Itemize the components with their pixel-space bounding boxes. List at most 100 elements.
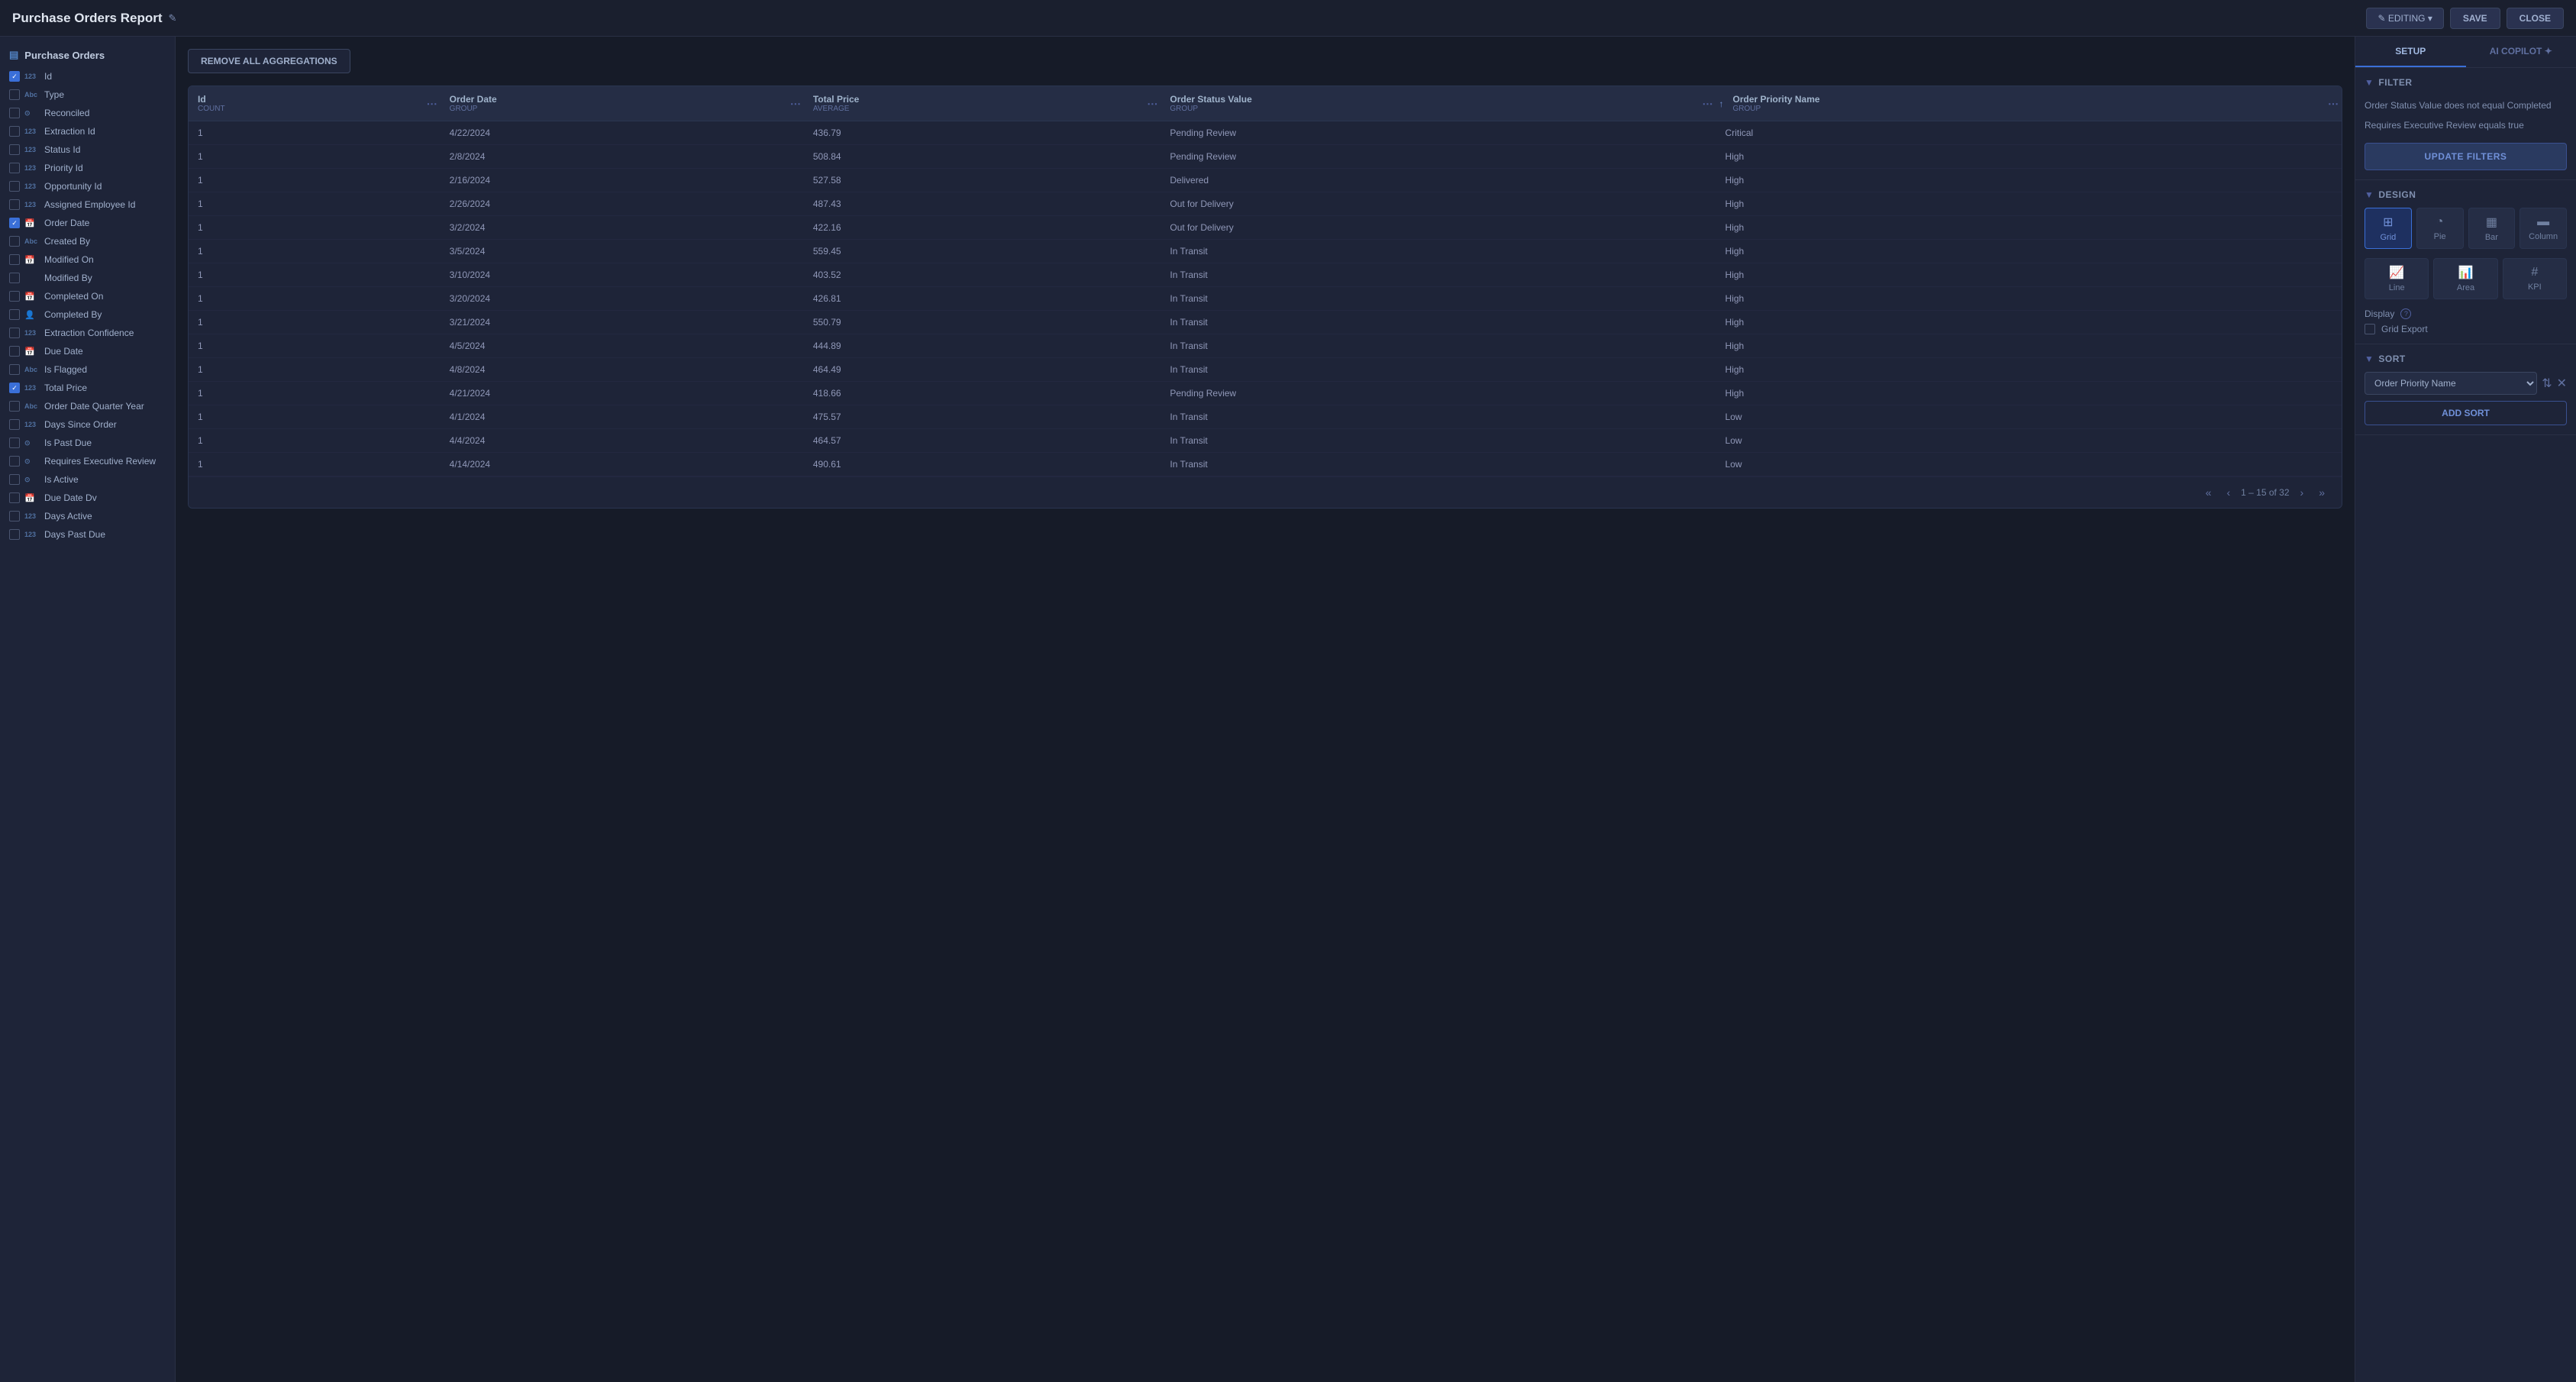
sidebar-item-days_past_due[interactable]: 123Days Past Due <box>0 525 175 544</box>
table-cell: 1 <box>189 240 441 263</box>
sidebar-item-modified_on[interactable]: 📅Modified On <box>0 250 175 269</box>
design-option-bar[interactable]: ▦ Bar <box>2468 208 2516 249</box>
bar-icon: ▦ <box>2486 215 2497 230</box>
table-cell: 1 <box>189 358 441 382</box>
sidebar-checkbox-requires_exec_review[interactable] <box>9 456 20 467</box>
sidebar-item-created_by[interactable]: AbcCreated By <box>0 232 175 250</box>
update-filters-button[interactable]: UPDATE FILTERS <box>2365 143 2567 170</box>
sidebar-checkbox-is_past_due[interactable] <box>9 438 20 448</box>
sidebar-item-completed_by[interactable]: 👤Completed By <box>0 305 175 324</box>
sidebar-item-reconciled[interactable]: ⊙Reconciled <box>0 104 175 122</box>
sidebar-item-due_date[interactable]: 📅Due Date <box>0 342 175 360</box>
sidebar-checkbox-status_id[interactable] <box>9 144 20 155</box>
prev-page-button[interactable]: ‹ <box>2222 485 2235 500</box>
first-page-button[interactable]: « <box>2201 485 2216 500</box>
save-button[interactable]: SAVE <box>2450 8 2500 29</box>
sidebar-field-name-completed_on: Completed On <box>44 291 103 302</box>
col-agg-text: GROUP <box>450 105 795 113</box>
display-help-icon[interactable]: ? <box>2400 308 2411 319</box>
col-menu-button[interactable]: ⋯ <box>2328 97 2339 110</box>
sidebar-header: ▤ Purchase Orders <box>0 43 175 67</box>
table-cell: High <box>1716 382 2342 405</box>
sidebar-item-order_date[interactable]: 📅Order Date <box>0 214 175 232</box>
design-option-kpi[interactable]: # KPI <box>2503 258 2567 299</box>
sidebar-item-total_price[interactable]: 123Total Price <box>0 379 175 397</box>
sidebar-item-extraction_id[interactable]: 123Extraction Id <box>0 122 175 140</box>
sidebar-checkbox-opportunity_id[interactable] <box>9 181 20 192</box>
sidebar-checkbox-priority_id[interactable] <box>9 163 20 173</box>
tab-ai-copilot[interactable]: AI COPILOT ✦ <box>2466 37 2576 67</box>
editing-button[interactable]: ✎ EDITING ▾ <box>2366 8 2443 29</box>
sidebar-item-requires_exec_review[interactable]: ⊙Requires Executive Review <box>0 452 175 470</box>
table-row: 13/10/2024403.52In TransitHigh <box>189 263 2342 287</box>
design-option-area[interactable]: 📊 Area <box>2433 258 2497 299</box>
col-menu-button[interactable]: ⋯ <box>1147 97 1157 110</box>
close-button[interactable]: CLOSE <box>2507 8 2564 29</box>
sidebar-checkbox-is_flagged[interactable] <box>9 364 20 375</box>
sidebar-checkbox-order_date_quarter_year[interactable] <box>9 401 20 412</box>
sidebar-item-days_active[interactable]: 123Days Active <box>0 507 175 525</box>
filter-section-header[interactable]: ▼ FILTER <box>2365 77 2567 88</box>
table-cell: 475.57 <box>804 405 1161 429</box>
design-option-pie[interactable]: ◔ Pie <box>2416 208 2464 249</box>
field-type-badge-is_active: ⊙ <box>24 476 40 484</box>
sidebar-item-id[interactable]: 123Id <box>0 67 175 86</box>
tab-setup[interactable]: SETUP <box>2355 37 2466 67</box>
remove-all-aggregations-button[interactable]: REMOVE ALL AGGREGATIONS <box>188 49 350 73</box>
sort-field-select[interactable]: Order Priority Name <box>2365 372 2537 395</box>
sidebar-checkbox-type[interactable] <box>9 89 20 100</box>
col-menu-button[interactable]: ⋯ <box>427 97 437 110</box>
edit-title-icon[interactable]: ✎ <box>169 12 177 24</box>
add-sort-button[interactable]: ADD SORT <box>2365 401 2567 425</box>
sidebar-item-is_past_due[interactable]: ⊙Is Past Due <box>0 434 175 452</box>
sidebar-checkbox-days_active[interactable] <box>9 511 20 521</box>
sidebar-checkbox-total_price[interactable] <box>9 383 20 393</box>
table-cell: 2/26/2024 <box>441 192 804 216</box>
tab-ai-copilot-label: AI COPILOT ✦ <box>2490 46 2552 57</box>
sidebar-checkbox-order_date[interactable] <box>9 218 20 228</box>
sidebar-checkbox-extraction_confidence[interactable] <box>9 328 20 338</box>
design-option-line[interactable]: 📈 Line <box>2365 258 2429 299</box>
sidebar-checkbox-completed_on[interactable] <box>9 291 20 302</box>
sidebar-item-status_id[interactable]: 123Status Id <box>0 140 175 159</box>
sort-remove-button[interactable]: ✕ <box>2557 376 2567 391</box>
sidebar-checkbox-days_since_order[interactable] <box>9 419 20 430</box>
sidebar-item-completed_on[interactable]: 📅Completed On <box>0 287 175 305</box>
sidebar-item-is_flagged[interactable]: AbcIs Flagged <box>0 360 175 379</box>
sidebar-checkbox-id[interactable] <box>9 71 20 82</box>
sidebar-checkbox-created_by[interactable] <box>9 236 20 247</box>
sidebar-checkbox-completed_by[interactable] <box>9 309 20 320</box>
sidebar-item-opportunity_id[interactable]: 123Opportunity Id <box>0 177 175 195</box>
sidebar-checkbox-modified_by[interactable] <box>9 273 20 283</box>
sidebar-item-assigned_employee_id[interactable]: 123Assigned Employee Id <box>0 195 175 214</box>
sidebar-item-due_date_dv[interactable]: 📅Due Date Dv <box>0 489 175 507</box>
sidebar-checkbox-days_past_due[interactable] <box>9 529 20 540</box>
last-page-button[interactable]: » <box>2314 485 2329 500</box>
sidebar-item-is_active[interactable]: ⊙Is Active <box>0 470 175 489</box>
sidebar-checkbox-due_date_dv[interactable] <box>9 492 20 503</box>
sidebar-checkbox-due_date[interactable] <box>9 346 20 357</box>
sidebar-checkbox-assigned_employee_id[interactable] <box>9 199 20 210</box>
design-option-grid[interactable]: ⊞ Grid <box>2365 208 2412 249</box>
grid-export-checkbox[interactable] <box>2365 324 2375 334</box>
sidebar-item-order_date_quarter_year[interactable]: AbcOrder Date Quarter Year <box>0 397 175 415</box>
design-section-header[interactable]: ▼ DESIGN <box>2365 189 2567 200</box>
sidebar-item-modified_by[interactable]: Modified By <box>0 269 175 287</box>
sort-section-header[interactable]: ▼ SORT <box>2365 354 2567 364</box>
sidebar-item-extraction_confidence[interactable]: 123Extraction Confidence <box>0 324 175 342</box>
sidebar-checkbox-modified_on[interactable] <box>9 254 20 265</box>
col-menu-button[interactable]: ⋯ <box>790 97 801 110</box>
table-cell: 4/14/2024 <box>441 453 804 476</box>
next-page-button[interactable]: › <box>2296 485 2309 500</box>
sidebar-checkbox-is_active[interactable] <box>9 474 20 485</box>
sidebar-item-days_since_order[interactable]: 123Days Since Order <box>0 415 175 434</box>
col-menu-button[interactable]: ⋯ <box>1703 97 1713 110</box>
sidebar-checkbox-extraction_id[interactable] <box>9 126 20 137</box>
sidebar-field-name-is_flagged: Is Flagged <box>44 364 87 375</box>
sidebar-checkbox-reconciled[interactable] <box>9 108 20 118</box>
design-option-column[interactable]: ▬ Column <box>2520 208 2567 249</box>
sort-direction-button[interactable]: ⇅ <box>2542 376 2552 391</box>
sidebar-item-type[interactable]: AbcType <box>0 86 175 104</box>
sidebar-item-priority_id[interactable]: 123Priority Id <box>0 159 175 177</box>
panel-tabs: SETUP AI COPILOT ✦ <box>2355 37 2576 68</box>
